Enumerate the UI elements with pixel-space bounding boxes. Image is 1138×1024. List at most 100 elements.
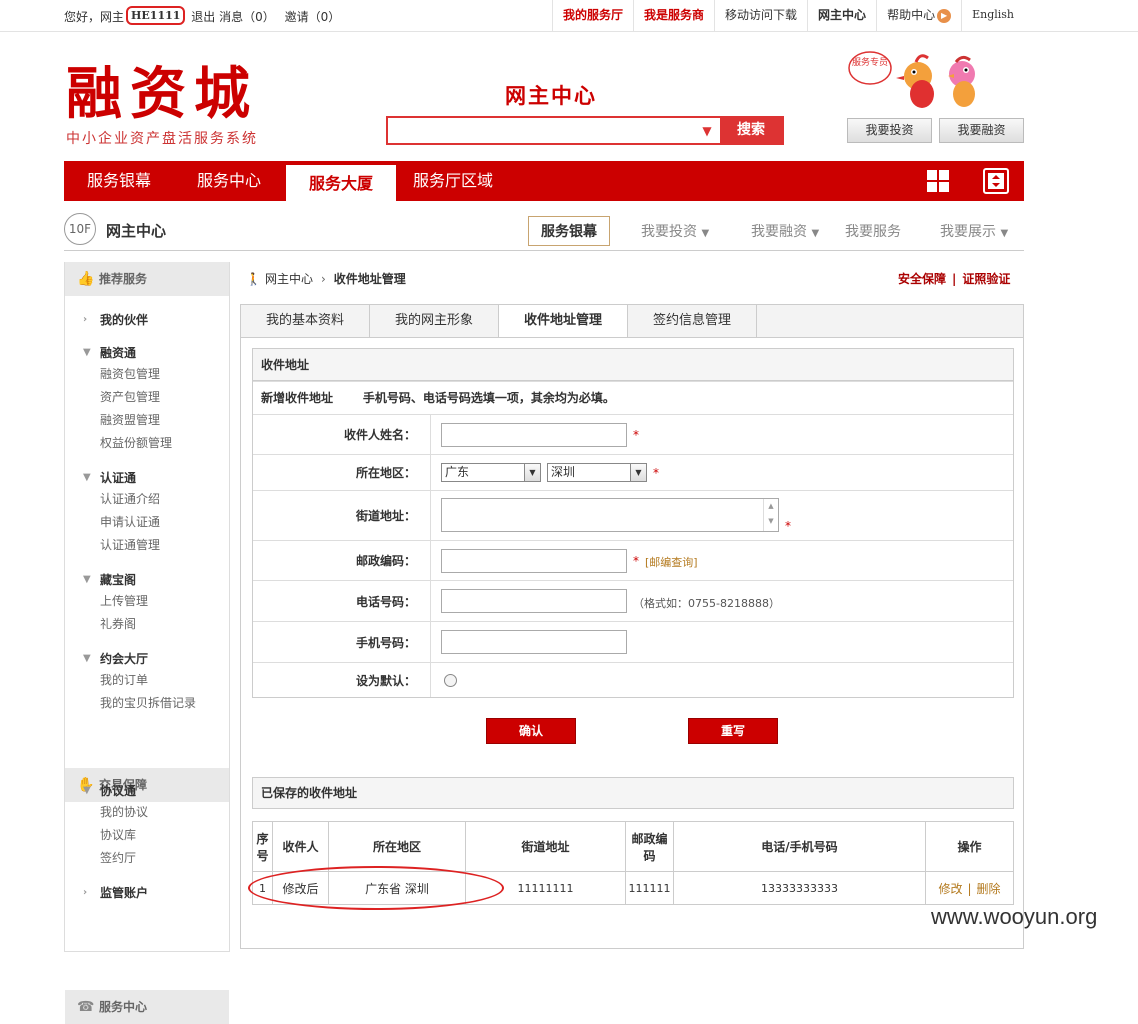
sidebar-subitem[interactable]: 权益份额管理 xyxy=(65,432,231,455)
sidebar-subitem[interactable]: 认证通管理 xyxy=(65,534,231,557)
security-link[interactable]: 安全保障 xyxy=(898,272,946,286)
user-info: 您好，网主 HE1111 退出 消息（0） 邀请（0） xyxy=(64,6,341,27)
default-radio[interactable] xyxy=(444,674,457,687)
sidebar-subitem[interactable]: 协议库 xyxy=(65,824,231,847)
search-input[interactable] xyxy=(388,118,694,143)
messages-link[interactable]: 消息（0） xyxy=(219,10,275,24)
street-label: 街道地址： xyxy=(253,491,431,540)
invites-link[interactable]: 邀请（0） xyxy=(285,10,341,24)
street-address-textarea[interactable]: ▲ ▼ xyxy=(441,498,779,532)
sidebar-subitem[interactable]: 资产包管理 xyxy=(65,386,231,409)
delete-link[interactable]: 删除 xyxy=(977,882,1001,896)
city-value: 深圳 xyxy=(551,465,576,479)
sidebar-subitem[interactable]: 我的协议 xyxy=(65,801,231,824)
breadcrumb-home[interactable]: 网主中心 xyxy=(265,272,313,286)
floor-menu-finance[interactable]: 我要融资 ▼ xyxy=(751,221,819,241)
sidebar-item-yuehui[interactable]: ▼ 约会大厅 xyxy=(65,649,231,669)
required-mark: * xyxy=(785,519,791,533)
sidebar-group-yuehui: ▼ 约会大厅 我的订单 我的宝贝拆借记录 xyxy=(65,649,231,715)
sidebar-subitem[interactable]: 签约厅 xyxy=(65,847,231,870)
name-label: 收件人姓名： xyxy=(253,415,431,454)
owner-center-link[interactable]: 网主中心 xyxy=(807,0,876,32)
site-logo[interactable]: 融资城 中小企业资产盘活服务系统 xyxy=(66,62,291,148)
tab-address-management[interactable]: 收件地址管理 xyxy=(499,305,628,338)
floor-badge: 10F xyxy=(64,213,96,245)
mobile-label: 手机号码： xyxy=(253,622,431,662)
sidebar-subitem[interactable]: 我的宝贝拆借记录 xyxy=(65,692,231,715)
tab-contract-info[interactable]: 签约信息管理 xyxy=(628,305,757,337)
sidebar-item-cangbaoge[interactable]: ▼ 藏宝阁 xyxy=(65,570,231,590)
sidebar-item-xieyitong[interactable]: ▼ 协议通 xyxy=(65,781,231,801)
grid-icon[interactable] xyxy=(926,169,950,193)
mascot-badge-text: 服务专员 xyxy=(852,56,888,68)
confirm-button[interactable]: 确认 xyxy=(486,718,576,744)
province-select[interactable]: 广东 ▼ xyxy=(441,463,541,482)
help-center-link[interactable]: 帮助中心 ▶ xyxy=(876,0,961,32)
sidebar: 👍 推荐服务 › 我的伙伴 ▼ 融资通 融资包管理 资产包管理 融资盟管理 权益份额管… xyxy=(64,262,231,1024)
logout-link[interactable]: 退出 xyxy=(191,10,215,24)
english-link[interactable]: English xyxy=(961,0,1024,32)
greeting: 您好，网主 xyxy=(64,10,125,24)
nav-service-center[interactable]: 服务中心 xyxy=(197,161,261,201)
chevron-right-icon: › xyxy=(83,314,88,325)
cert-verify-link[interactable]: 证照验证 xyxy=(962,272,1010,286)
my-service-hall-link[interactable]: 我的服务厅 xyxy=(552,0,633,32)
zip-label: 邮政编码： xyxy=(253,541,431,580)
floor-menu-invest[interactable]: 我要投资 ▼ xyxy=(641,221,709,241)
sidebar-item-renzhengtong[interactable]: ▼ 认证通 xyxy=(65,468,231,488)
floor-menu-service-screen[interactable]: 服务银幕 xyxy=(528,216,610,246)
sidebar-item-rongzitong[interactable]: ▼ 融资通 xyxy=(65,343,231,363)
sidebar-item-label: 融资通 xyxy=(100,346,137,360)
sidebar-subitem[interactable]: 融资包管理 xyxy=(65,363,231,386)
sidebar-subitem[interactable]: 申请认证通 xyxy=(65,511,231,534)
sidebar-subitem[interactable]: 礼券阁 xyxy=(65,613,231,636)
mobile-input[interactable] xyxy=(441,630,627,654)
nav-service-screen[interactable]: 服务银幕 xyxy=(87,161,151,201)
top-bar: 您好，网主 HE1111 退出 消息（0） 邀请（0） 我的服务厅 我是服务商 移… xyxy=(0,0,1138,32)
nav-service-building[interactable]: 服务大厦 xyxy=(286,165,396,201)
sidebar-section-label: 推荐服务 xyxy=(99,272,148,286)
center-title: 网主中心 xyxy=(505,84,597,108)
form-row-name: 收件人姓名： * xyxy=(253,414,1013,454)
username[interactable]: HE1111 xyxy=(126,6,186,25)
table-header-row: 序号 收件人 所在地区 街道地址 邮政编码 电话/手机号码 操作 xyxy=(252,821,1014,872)
invest-button[interactable]: 我要投资 xyxy=(847,118,932,143)
help-center-label: 帮助中心 xyxy=(887,8,936,22)
sidebar-subitem[interactable]: 我的订单 xyxy=(65,669,231,692)
elevator-icon[interactable] xyxy=(983,168,1009,194)
phone-input[interactable] xyxy=(441,589,627,613)
sidebar-subitem[interactable]: 认证通介绍 xyxy=(65,488,231,511)
chevron-down-icon: ▼ xyxy=(83,653,91,664)
sidebar-item-jianguan[interactable]: › 监管账户 xyxy=(65,883,231,903)
col-index: 序号 xyxy=(252,821,273,872)
floor-menu-showcase[interactable]: 我要展示 ▼ xyxy=(940,221,1008,241)
textarea-scrollbar[interactable]: ▲ ▼ xyxy=(763,499,778,531)
action-separator: | xyxy=(967,881,972,896)
tab-owner-image[interactable]: 我的网主形象 xyxy=(370,305,499,337)
cell-actions: 修改 | 删除 xyxy=(925,871,1014,905)
zip-lookup-link[interactable]: [邮编查询] xyxy=(645,554,698,570)
top-links: 我的服务厅 我是服务商 移动访问下载 网主中心 帮助中心 ▶ English xyxy=(552,0,1024,32)
security-links: 安全保障 | 证照验证 xyxy=(898,270,1010,287)
mascot-image[interactable]: 服务专员 xyxy=(846,48,992,114)
search-button[interactable]: 搜索 xyxy=(720,118,782,143)
chevron-down-icon: ▼ xyxy=(630,464,646,481)
zip-code-input[interactable] xyxy=(441,549,627,573)
sidebar-item-partner[interactable]: › 我的伙伴 xyxy=(65,310,231,330)
recipient-name-input[interactable] xyxy=(441,423,627,447)
floor-menu-service[interactable]: 我要服务 xyxy=(845,221,901,241)
mobile-download-link[interactable]: 移动访问下载 xyxy=(714,0,807,32)
floor-menu-finance-label: 我要融资 xyxy=(751,224,807,240)
nav-service-hall-area[interactable]: 服务厅区域 xyxy=(413,161,493,201)
city-select[interactable]: 深圳 ▼ xyxy=(547,463,647,482)
sidebar-subitem[interactable]: 上传管理 xyxy=(65,590,231,613)
search-dropdown-icon[interactable]: ▼ xyxy=(694,118,720,143)
sidebar-subitem[interactable]: 融资盟管理 xyxy=(65,409,231,432)
finance-button[interactable]: 我要融资 xyxy=(939,118,1024,143)
reset-button[interactable]: 重写 xyxy=(688,718,778,744)
col-recipient: 收件人 xyxy=(272,821,329,872)
tab-basic-info[interactable]: 我的基本资料 xyxy=(241,305,370,337)
chevron-right-icon: › xyxy=(320,272,326,286)
i-am-provider-link[interactable]: 我是服务商 xyxy=(633,0,714,32)
edit-link[interactable]: 修改 xyxy=(938,882,962,896)
